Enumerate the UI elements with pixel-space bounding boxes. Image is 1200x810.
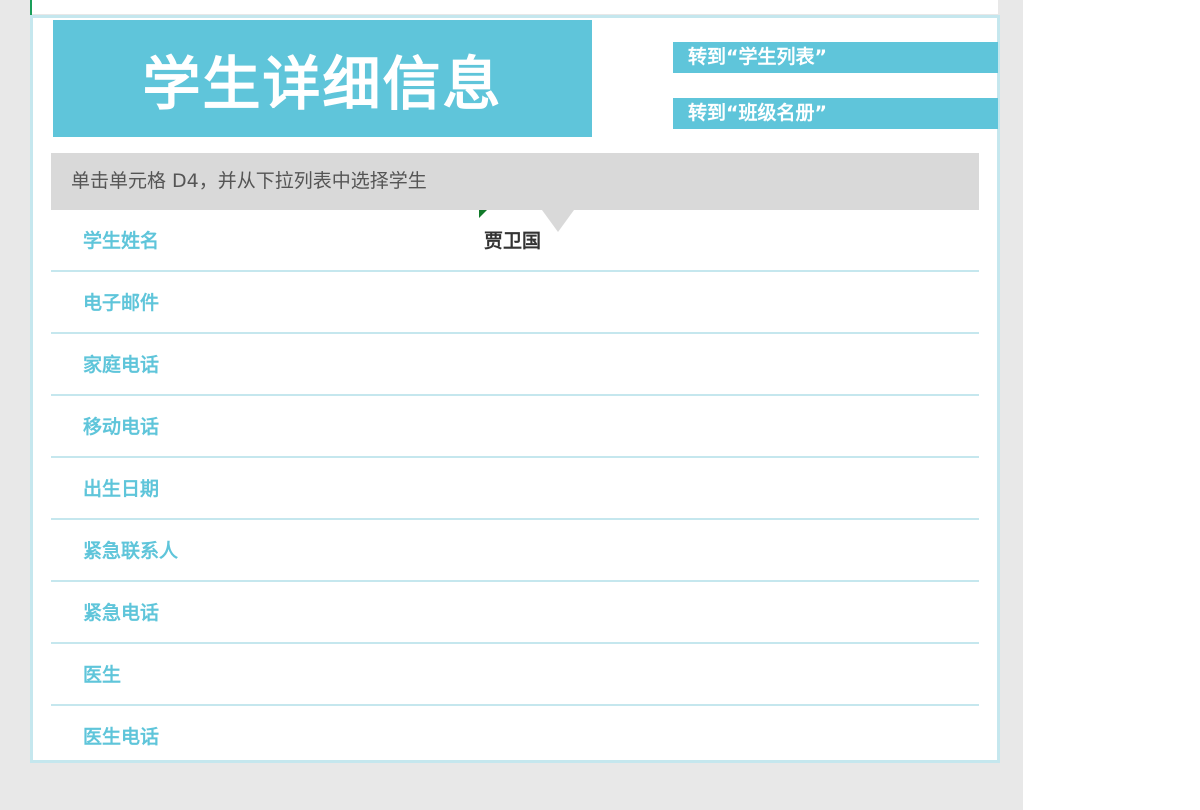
title-banner: 学生详细信息: [53, 20, 592, 137]
page-title: 学生详细信息: [142, 49, 503, 118]
goto-student-list-link[interactable]: 转到“学生列表”: [673, 42, 998, 73]
row-label: 学生姓名: [83, 230, 160, 252]
row-emergency-contact: 紧急联系人: [51, 520, 979, 582]
row-label: 电子邮件: [83, 292, 160, 314]
detail-table: 学生姓名 贾卫国 电子邮件 家庭电话 移动电话 出生日期 紧急联系人 紧急电话 …: [51, 210, 979, 766]
goto-class-roster-link[interactable]: 转到“班级名册”: [673, 98, 998, 129]
row-emergency-phone: 紧急电话: [51, 582, 979, 644]
row-student-name: 学生姓名 贾卫国: [51, 210, 979, 272]
row-birth-date: 出生日期: [51, 458, 979, 520]
row-label: 医生电话: [83, 726, 160, 748]
instruction-callout: 单击单元格 D4，并从下拉列表中选择学生: [51, 153, 979, 210]
row-label: 医生: [83, 664, 122, 686]
row-mobile-phone: 移动电话: [51, 396, 979, 458]
sheet-top-row[interactable]: [30, 0, 998, 14]
row-label: 移动电话: [83, 416, 160, 438]
row-label: 出生日期: [83, 478, 160, 500]
row-doctor: 医生: [51, 644, 979, 706]
student-detail-panel: 学生详细信息 转到“学生列表” 转到“班级名册” 单击单元格 D4，并从下拉列表…: [30, 15, 1000, 763]
row-home-phone: 家庭电话: [51, 334, 979, 396]
student-name-dropdown-cell[interactable]: 贾卫国: [484, 210, 541, 270]
row-label: 家庭电话: [83, 354, 160, 376]
row-email: 电子邮件: [51, 272, 979, 334]
spreadsheet-view: 学生详细信息 转到“学生列表” 转到“班级名册” 单击单元格 D4，并从下拉列表…: [0, 0, 1200, 810]
row-label: 紧急联系人: [83, 540, 179, 562]
row-doctor-phone: 医生电话: [51, 706, 979, 766]
row-label: 紧急电话: [83, 602, 160, 624]
